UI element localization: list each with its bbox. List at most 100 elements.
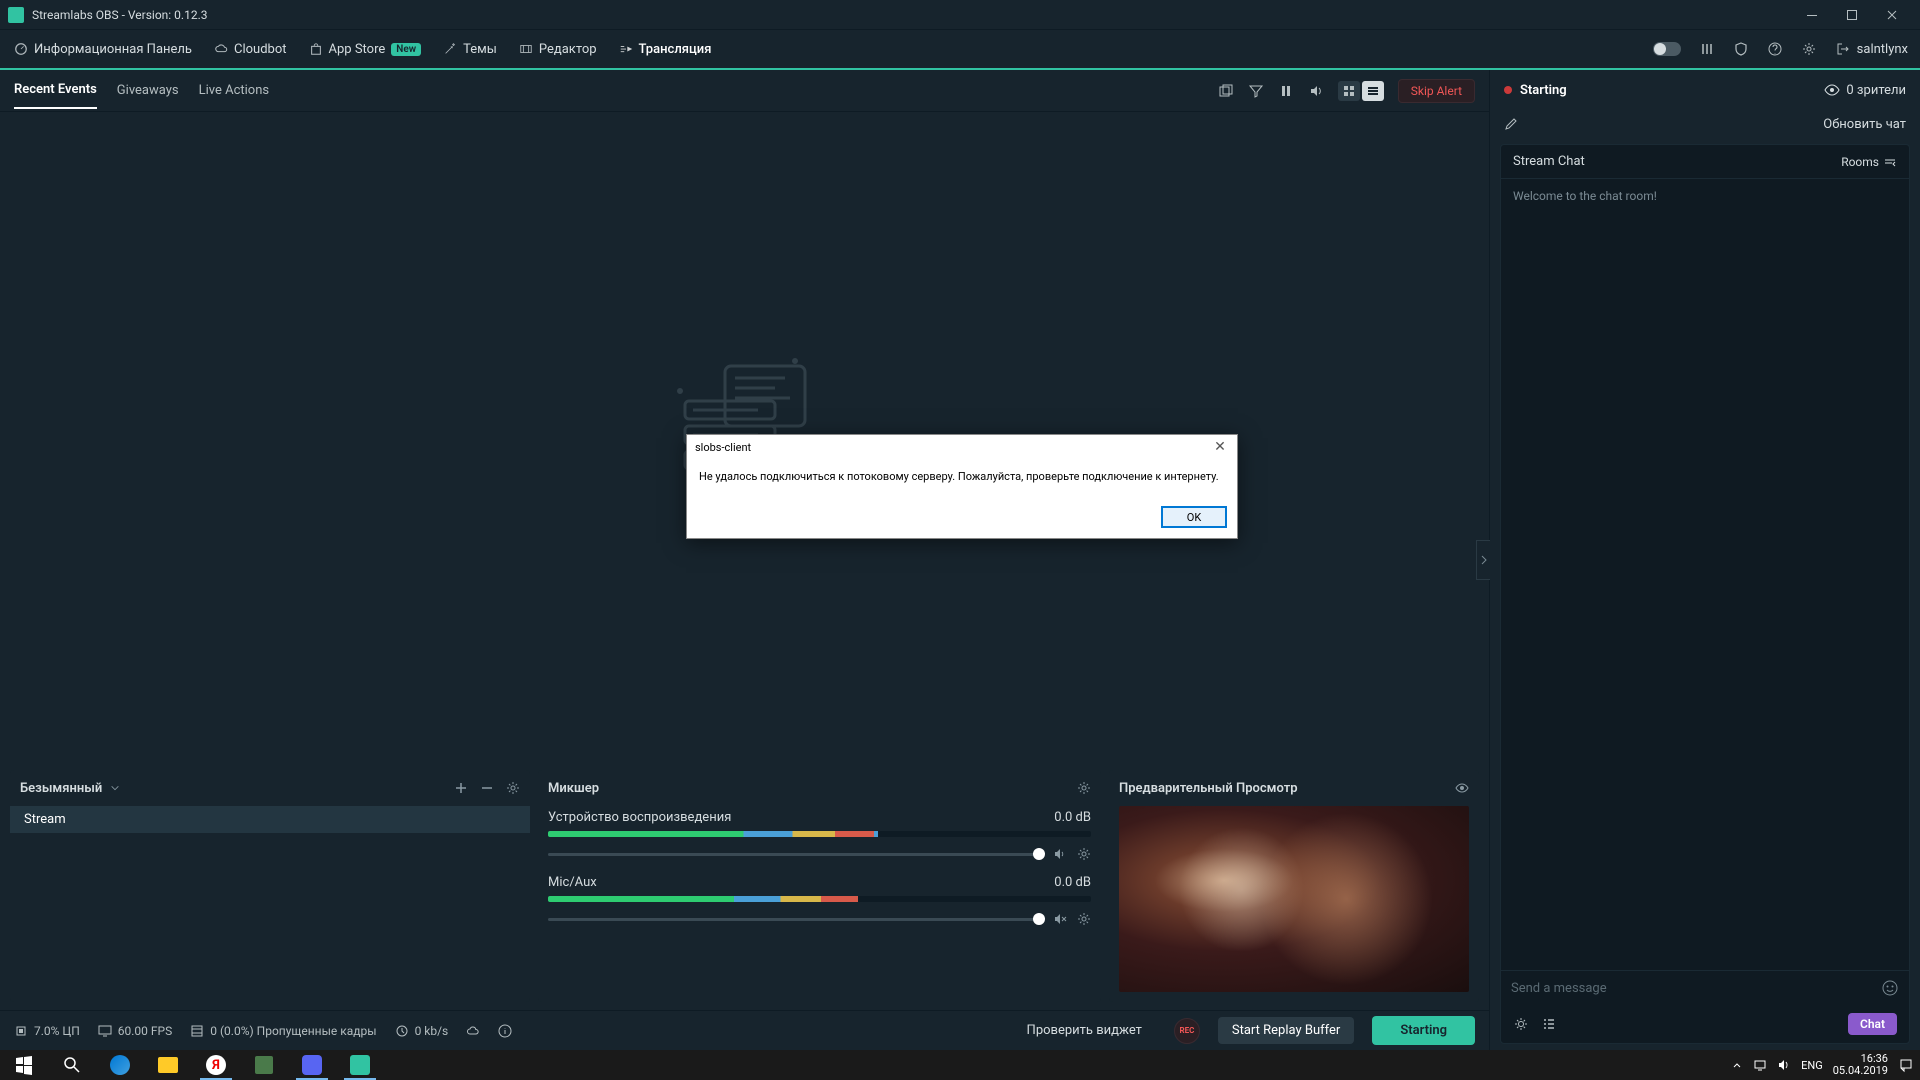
gear-icon[interactable] (1077, 847, 1091, 861)
taskbar-explorer[interactable] (144, 1050, 192, 1080)
tray-language[interactable]: ENG (1801, 1059, 1823, 1072)
viewer-count: 0 зрители (1846, 83, 1906, 98)
speaker-muted-icon[interactable] (1053, 912, 1067, 926)
cloud-icon (214, 42, 228, 56)
rooms-dropdown[interactable]: Rooms (1841, 155, 1897, 169)
tray-network-icon[interactable] (1753, 1058, 1767, 1072)
go-live-button[interactable]: Starting (1372, 1016, 1475, 1045)
nav-appstore[interactable]: App Store New (307, 29, 424, 69)
top-navigation: Информационная Панель Cloudbot App Store… (0, 30, 1920, 70)
preview-title: Предварительный Просмотр (1119, 781, 1298, 796)
taskbar-app[interactable] (240, 1050, 288, 1080)
chat-sidebar: Starting 0 зрители Обновить чат Stream C… (1490, 70, 1920, 1050)
gear-icon[interactable] (1077, 781, 1091, 795)
tray-sound-icon[interactable] (1777, 1058, 1791, 1072)
channel-db: 0.0 dB (1054, 810, 1091, 825)
maximize-button[interactable] (1832, 0, 1872, 30)
close-button[interactable] (1872, 0, 1912, 30)
popout-icon[interactable] (1218, 83, 1234, 99)
status-bar: 7.0% ЦП 60.00 FPS 0 (0.0%) Пропущенные к… (0, 1010, 1489, 1050)
tab-recent-events[interactable]: Recent Events (14, 82, 97, 109)
edit-icon[interactable] (1504, 117, 1518, 131)
skip-alert-button[interactable]: Skip Alert (1398, 79, 1475, 103)
nav-label: Трансляция (639, 42, 712, 57)
bars-icon[interactable] (1699, 41, 1715, 57)
nav-label: Темы (463, 42, 497, 57)
stat-fps: 60.00 FPS (98, 1024, 172, 1038)
volume-icon[interactable] (1308, 83, 1324, 99)
nav-live[interactable]: Трансляция (617, 30, 714, 70)
minimize-button[interactable] (1792, 0, 1832, 30)
shopping-bag-icon (309, 42, 323, 56)
view-list-button[interactable] (1362, 81, 1384, 101)
dialog-ok-button[interactable]: OK (1161, 506, 1227, 528)
wand-icon (443, 42, 457, 56)
logout-icon (1835, 41, 1851, 57)
view-grid-button[interactable] (1338, 81, 1360, 101)
gear-icon[interactable] (1801, 41, 1817, 57)
record-button[interactable]: REC (1174, 1018, 1200, 1044)
night-mode-toggle[interactable] (1653, 42, 1681, 56)
preview-panel: Предварительный Просмотр (1109, 770, 1479, 1002)
nav-label: App Store (329, 42, 386, 57)
taskbar-slobs[interactable] (336, 1050, 384, 1080)
scene-item[interactable]: Stream (10, 806, 530, 833)
window-title: Streamlabs OBS - Version: 0.12.3 (32, 8, 1792, 22)
info-icon[interactable] (498, 1024, 512, 1038)
stat-cpu: 7.0% ЦП (14, 1024, 80, 1038)
nav-editor[interactable]: Редактор (517, 29, 599, 69)
volume-slider[interactable] (548, 853, 1043, 856)
windows-icon (14, 1055, 34, 1075)
nav-cloudbot[interactable]: Cloudbot (212, 29, 289, 69)
cloud-icon[interactable] (466, 1024, 480, 1038)
scenes-panel: Безымянный Stream (10, 770, 530, 1002)
tray-chevron-icon[interactable] (1731, 1059, 1743, 1071)
users-icon[interactable] (1541, 1016, 1557, 1032)
dialog-title: slobs-client (695, 441, 751, 454)
minus-icon[interactable] (480, 781, 494, 795)
gear-icon[interactable] (1077, 912, 1091, 926)
tab-giveaways[interactable]: Giveaways (117, 83, 179, 108)
eye-icon[interactable] (1455, 781, 1469, 795)
taskbar-discord[interactable] (288, 1050, 336, 1080)
stream-status: Starting (1520, 83, 1567, 98)
username: salntlynx (1857, 42, 1908, 57)
pause-icon[interactable] (1278, 83, 1294, 99)
mixer-channel: Mic/Aux 0.0 dB (538, 871, 1101, 936)
events-tabs-bar: Recent Events Giveaways Live Actions Ski… (0, 70, 1489, 112)
chat-welcome-text: Welcome to the chat room! (1501, 179, 1909, 970)
nav-label: Cloudbot (234, 42, 287, 57)
audio-meter (548, 896, 1091, 902)
tab-live-actions[interactable]: Live Actions (199, 83, 270, 108)
refresh-chat-button[interactable]: Обновить чат (1823, 117, 1906, 132)
chevron-down-icon[interactable] (110, 781, 120, 795)
tray-notifications-icon[interactable] (1898, 1057, 1914, 1073)
filter-icon[interactable] (1248, 83, 1264, 99)
emoji-icon[interactable] (1881, 979, 1899, 997)
chat-send-button[interactable]: Chat (1848, 1013, 1897, 1035)
speaker-icon[interactable] (1053, 847, 1067, 861)
nav-dashboard[interactable]: Информационная Панель (12, 29, 194, 69)
tray-clock[interactable]: 16:36 05.04.2019 (1833, 1053, 1888, 1077)
gear-icon[interactable] (1513, 1016, 1529, 1032)
replay-buffer-button[interactable]: Start Replay Buffer (1218, 1017, 1354, 1044)
taskbar-yandex[interactable]: Я (192, 1050, 240, 1080)
taskbar-edge[interactable] (96, 1050, 144, 1080)
chat-box: Stream Chat Rooms Welcome to the chat ro… (1500, 144, 1910, 1044)
plus-icon[interactable] (454, 781, 468, 795)
channel-name: Mic/Aux (548, 875, 597, 890)
nav-themes[interactable]: Темы (441, 29, 499, 69)
scenes-title: Безымянный (20, 781, 102, 796)
collapse-chat-button[interactable] (1476, 540, 1490, 580)
help-icon[interactable] (1767, 41, 1783, 57)
search-button[interactable] (48, 1050, 96, 1080)
gear-icon[interactable] (506, 781, 520, 795)
chat-input[interactable] (1511, 981, 1873, 996)
user-menu[interactable]: salntlynx (1835, 41, 1908, 57)
dialog-close-button[interactable]: ✕ (1211, 438, 1229, 456)
volume-slider[interactable] (548, 918, 1043, 921)
test-widget-button[interactable]: Проверить виджет (1013, 1017, 1156, 1044)
search-icon (62, 1055, 82, 1075)
start-button[interactable] (0, 1050, 48, 1080)
shield-icon[interactable] (1733, 41, 1749, 57)
